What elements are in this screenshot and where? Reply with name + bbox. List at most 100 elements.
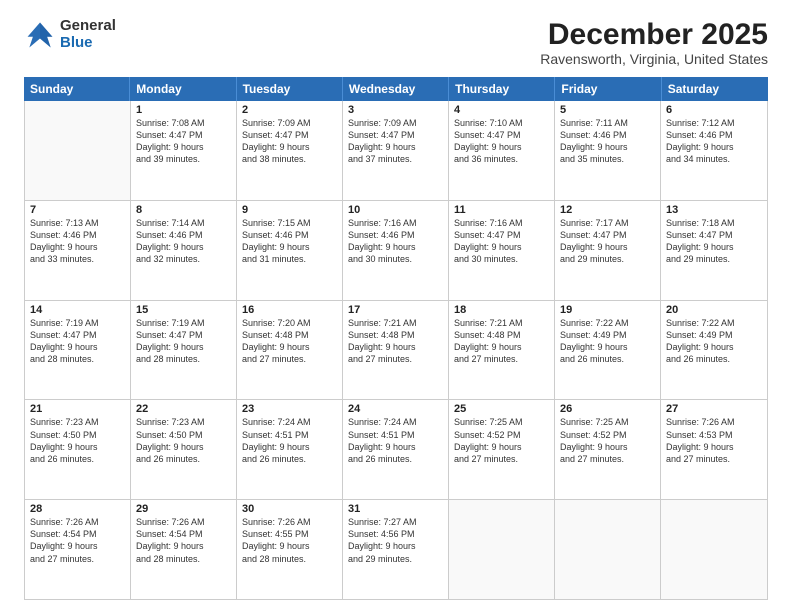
logo-blue: Blue (60, 35, 116, 52)
cal-cell (449, 500, 555, 599)
calendar-title: December 2025 (540, 18, 768, 51)
calendar-header-row: SundayMondayTuesdayWednesdayThursdayFrid… (24, 77, 768, 101)
cal-cell: 26Sunrise: 7:25 AM Sunset: 4:52 PM Dayli… (555, 400, 661, 499)
cal-cell (555, 500, 661, 599)
cal-cell: 31Sunrise: 7:27 AM Sunset: 4:56 PM Dayli… (343, 500, 449, 599)
day-info: Sunrise: 7:10 AM Sunset: 4:47 PM Dayligh… (454, 117, 549, 166)
calendar-subtitle: Ravensworth, Virginia, United States (540, 51, 768, 67)
day-info: Sunrise: 7:22 AM Sunset: 4:49 PM Dayligh… (560, 317, 655, 366)
cal-cell: 7Sunrise: 7:13 AM Sunset: 4:46 PM Daylig… (25, 201, 131, 300)
day-info: Sunrise: 7:17 AM Sunset: 4:47 PM Dayligh… (560, 217, 655, 266)
day-number: 18 (454, 304, 549, 316)
day-number: 4 (454, 104, 549, 116)
day-number: 8 (136, 204, 231, 216)
day-info: Sunrise: 7:19 AM Sunset: 4:47 PM Dayligh… (136, 317, 231, 366)
cal-cell: 9Sunrise: 7:15 AM Sunset: 4:46 PM Daylig… (237, 201, 343, 300)
title-block: December 2025 Ravensworth, Virginia, Uni… (540, 18, 768, 67)
cal-cell: 11Sunrise: 7:16 AM Sunset: 4:47 PM Dayli… (449, 201, 555, 300)
day-number: 21 (30, 403, 125, 415)
day-info: Sunrise: 7:25 AM Sunset: 4:52 PM Dayligh… (560, 416, 655, 465)
cal-cell: 29Sunrise: 7:26 AM Sunset: 4:54 PM Dayli… (131, 500, 237, 599)
day-number: 15 (136, 304, 231, 316)
day-info: Sunrise: 7:24 AM Sunset: 4:51 PM Dayligh… (242, 416, 337, 465)
day-number: 11 (454, 204, 549, 216)
cal-cell: 28Sunrise: 7:26 AM Sunset: 4:54 PM Dayli… (25, 500, 131, 599)
day-number: 22 (136, 403, 231, 415)
day-number: 12 (560, 204, 655, 216)
day-info: Sunrise: 7:26 AM Sunset: 4:54 PM Dayligh… (136, 516, 231, 565)
day-info: Sunrise: 7:15 AM Sunset: 4:46 PM Dayligh… (242, 217, 337, 266)
day-info: Sunrise: 7:08 AM Sunset: 4:47 PM Dayligh… (136, 117, 231, 166)
day-info: Sunrise: 7:16 AM Sunset: 4:47 PM Dayligh… (454, 217, 549, 266)
logo-text: General Blue (60, 18, 116, 51)
cal-cell: 3Sunrise: 7:09 AM Sunset: 4:47 PM Daylig… (343, 101, 449, 200)
day-number: 24 (348, 403, 443, 415)
cal-cell: 13Sunrise: 7:18 AM Sunset: 4:47 PM Dayli… (661, 201, 767, 300)
day-info: Sunrise: 7:26 AM Sunset: 4:54 PM Dayligh… (30, 516, 125, 565)
day-info: Sunrise: 7:23 AM Sunset: 4:50 PM Dayligh… (30, 416, 125, 465)
cal-cell: 16Sunrise: 7:20 AM Sunset: 4:48 PM Dayli… (237, 301, 343, 400)
cal-cell: 23Sunrise: 7:24 AM Sunset: 4:51 PM Dayli… (237, 400, 343, 499)
cal-cell: 5Sunrise: 7:11 AM Sunset: 4:46 PM Daylig… (555, 101, 661, 200)
day-info: Sunrise: 7:24 AM Sunset: 4:51 PM Dayligh… (348, 416, 443, 465)
day-info: Sunrise: 7:09 AM Sunset: 4:47 PM Dayligh… (348, 117, 443, 166)
day-number: 16 (242, 304, 337, 316)
cal-cell: 21Sunrise: 7:23 AM Sunset: 4:50 PM Dayli… (25, 400, 131, 499)
cal-header-cell: Thursday (449, 77, 555, 101)
day-number: 5 (560, 104, 655, 116)
cal-cell: 19Sunrise: 7:22 AM Sunset: 4:49 PM Dayli… (555, 301, 661, 400)
day-number: 7 (30, 204, 125, 216)
cal-cell: 4Sunrise: 7:10 AM Sunset: 4:47 PM Daylig… (449, 101, 555, 200)
logo: General Blue (24, 18, 116, 51)
day-number: 3 (348, 104, 443, 116)
cal-cell: 12Sunrise: 7:17 AM Sunset: 4:47 PM Dayli… (555, 201, 661, 300)
day-number: 17 (348, 304, 443, 316)
day-info: Sunrise: 7:19 AM Sunset: 4:47 PM Dayligh… (30, 317, 125, 366)
day-info: Sunrise: 7:20 AM Sunset: 4:48 PM Dayligh… (242, 317, 337, 366)
cal-header-cell: Monday (130, 77, 236, 101)
day-info: Sunrise: 7:12 AM Sunset: 4:46 PM Dayligh… (666, 117, 762, 166)
logo-general: General (60, 18, 116, 35)
day-info: Sunrise: 7:21 AM Sunset: 4:48 PM Dayligh… (454, 317, 549, 366)
day-info: Sunrise: 7:18 AM Sunset: 4:47 PM Dayligh… (666, 217, 762, 266)
cal-header-cell: Friday (555, 77, 661, 101)
day-number: 29 (136, 503, 231, 515)
cal-week: 21Sunrise: 7:23 AM Sunset: 4:50 PM Dayli… (25, 400, 767, 500)
calendar: SundayMondayTuesdayWednesdayThursdayFrid… (24, 77, 768, 600)
cal-header-cell: Tuesday (237, 77, 343, 101)
cal-cell: 2Sunrise: 7:09 AM Sunset: 4:47 PM Daylig… (237, 101, 343, 200)
cal-cell: 27Sunrise: 7:26 AM Sunset: 4:53 PM Dayli… (661, 400, 767, 499)
cal-cell: 25Sunrise: 7:25 AM Sunset: 4:52 PM Dayli… (449, 400, 555, 499)
cal-cell: 6Sunrise: 7:12 AM Sunset: 4:46 PM Daylig… (661, 101, 767, 200)
cal-week: 14Sunrise: 7:19 AM Sunset: 4:47 PM Dayli… (25, 301, 767, 401)
day-number: 6 (666, 104, 762, 116)
day-number: 1 (136, 104, 231, 116)
day-info: Sunrise: 7:26 AM Sunset: 4:53 PM Dayligh… (666, 416, 762, 465)
day-info: Sunrise: 7:23 AM Sunset: 4:50 PM Dayligh… (136, 416, 231, 465)
day-info: Sunrise: 7:26 AM Sunset: 4:55 PM Dayligh… (242, 516, 337, 565)
header: General Blue December 2025 Ravensworth, … (24, 18, 768, 67)
cal-header-cell: Saturday (662, 77, 768, 101)
day-number: 19 (560, 304, 655, 316)
cal-week: 7Sunrise: 7:13 AM Sunset: 4:46 PM Daylig… (25, 201, 767, 301)
logo-icon (24, 19, 56, 51)
day-info: Sunrise: 7:11 AM Sunset: 4:46 PM Dayligh… (560, 117, 655, 166)
day-info: Sunrise: 7:09 AM Sunset: 4:47 PM Dayligh… (242, 117, 337, 166)
day-number: 30 (242, 503, 337, 515)
day-number: 20 (666, 304, 762, 316)
day-info: Sunrise: 7:27 AM Sunset: 4:56 PM Dayligh… (348, 516, 443, 565)
cal-cell: 22Sunrise: 7:23 AM Sunset: 4:50 PM Dayli… (131, 400, 237, 499)
cal-cell: 15Sunrise: 7:19 AM Sunset: 4:47 PM Dayli… (131, 301, 237, 400)
calendar-body: 1Sunrise: 7:08 AM Sunset: 4:47 PM Daylig… (24, 101, 768, 600)
cal-cell: 18Sunrise: 7:21 AM Sunset: 4:48 PM Dayli… (449, 301, 555, 400)
cal-cell: 8Sunrise: 7:14 AM Sunset: 4:46 PM Daylig… (131, 201, 237, 300)
day-info: Sunrise: 7:16 AM Sunset: 4:46 PM Dayligh… (348, 217, 443, 266)
cal-cell: 1Sunrise: 7:08 AM Sunset: 4:47 PM Daylig… (131, 101, 237, 200)
day-number: 9 (242, 204, 337, 216)
day-number: 23 (242, 403, 337, 415)
day-number: 13 (666, 204, 762, 216)
cal-cell (25, 101, 131, 200)
day-number: 28 (30, 503, 125, 515)
cal-header-cell: Wednesday (343, 77, 449, 101)
day-number: 14 (30, 304, 125, 316)
